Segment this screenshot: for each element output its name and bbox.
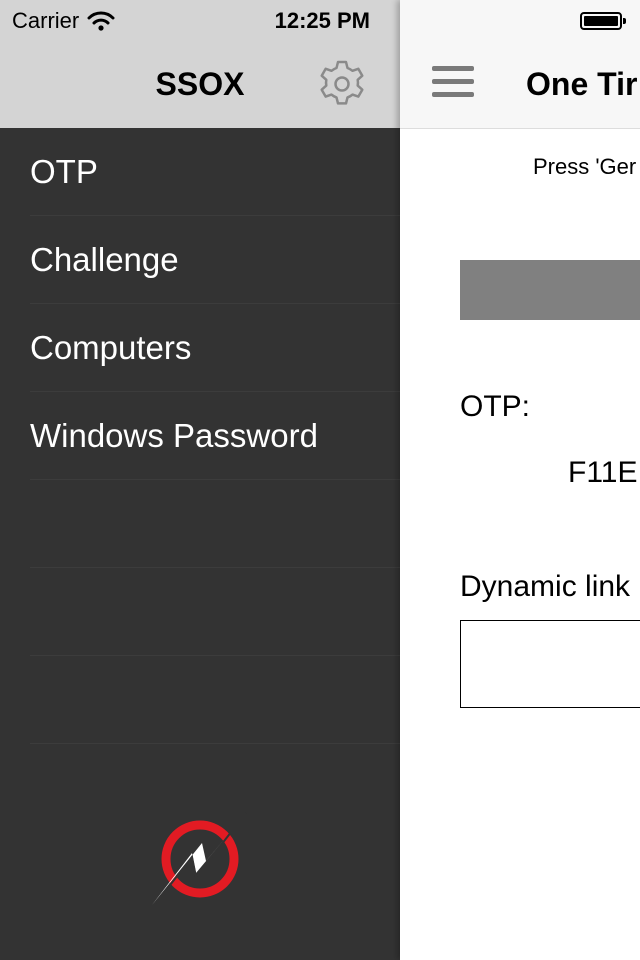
gear-icon[interactable] xyxy=(316,58,368,110)
menu-empty-row xyxy=(0,656,400,744)
status-bar-time: 12:25 PM xyxy=(274,8,370,33)
ssox-logo-icon xyxy=(148,805,252,909)
content-header: One Tir xyxy=(400,0,640,129)
battery-icon xyxy=(580,12,626,30)
otp-label: OTP: xyxy=(460,390,531,423)
generate-button[interactable] xyxy=(460,260,640,320)
menu-item-label: OTP xyxy=(30,153,98,190)
menu-item-windows-password[interactable]: Windows Password xyxy=(0,392,400,480)
instruction-text: Press 'Ger xyxy=(533,154,637,179)
otp-value: F11E xyxy=(568,456,638,489)
menu-item-otp[interactable]: OTP xyxy=(0,128,400,216)
dynamic-link-field[interactable] xyxy=(460,620,640,708)
menu-empty-row xyxy=(0,480,400,568)
menu-item-label: Computers xyxy=(30,329,192,366)
carrier-label: Carrier xyxy=(12,8,80,33)
drawer-menu: OTP Challenge Computers Windows Password xyxy=(0,128,400,744)
menu-item-label: Challenge xyxy=(30,241,179,278)
hamburger-menu-icon[interactable] xyxy=(432,66,474,98)
page-title: One Tir xyxy=(526,65,638,102)
dynamic-link-label: Dynamic link xyxy=(460,570,631,603)
navigation-drawer: Carrier 12:25 PM SSOX OTP Challenge Comp… xyxy=(0,0,400,960)
wifi-icon xyxy=(87,10,115,32)
menu-item-computers[interactable]: Computers xyxy=(0,304,400,392)
drawer-header: Carrier 12:25 PM SSOX xyxy=(0,0,400,128)
menu-empty-row xyxy=(0,568,400,656)
menu-item-label: Windows Password xyxy=(30,417,318,454)
status-bar-carrier: Carrier xyxy=(12,6,115,36)
content-panel: One Tir Press 'Ger OTP: F11E Dynamic lin… xyxy=(400,0,640,960)
menu-item-challenge[interactable]: Challenge xyxy=(0,216,400,304)
